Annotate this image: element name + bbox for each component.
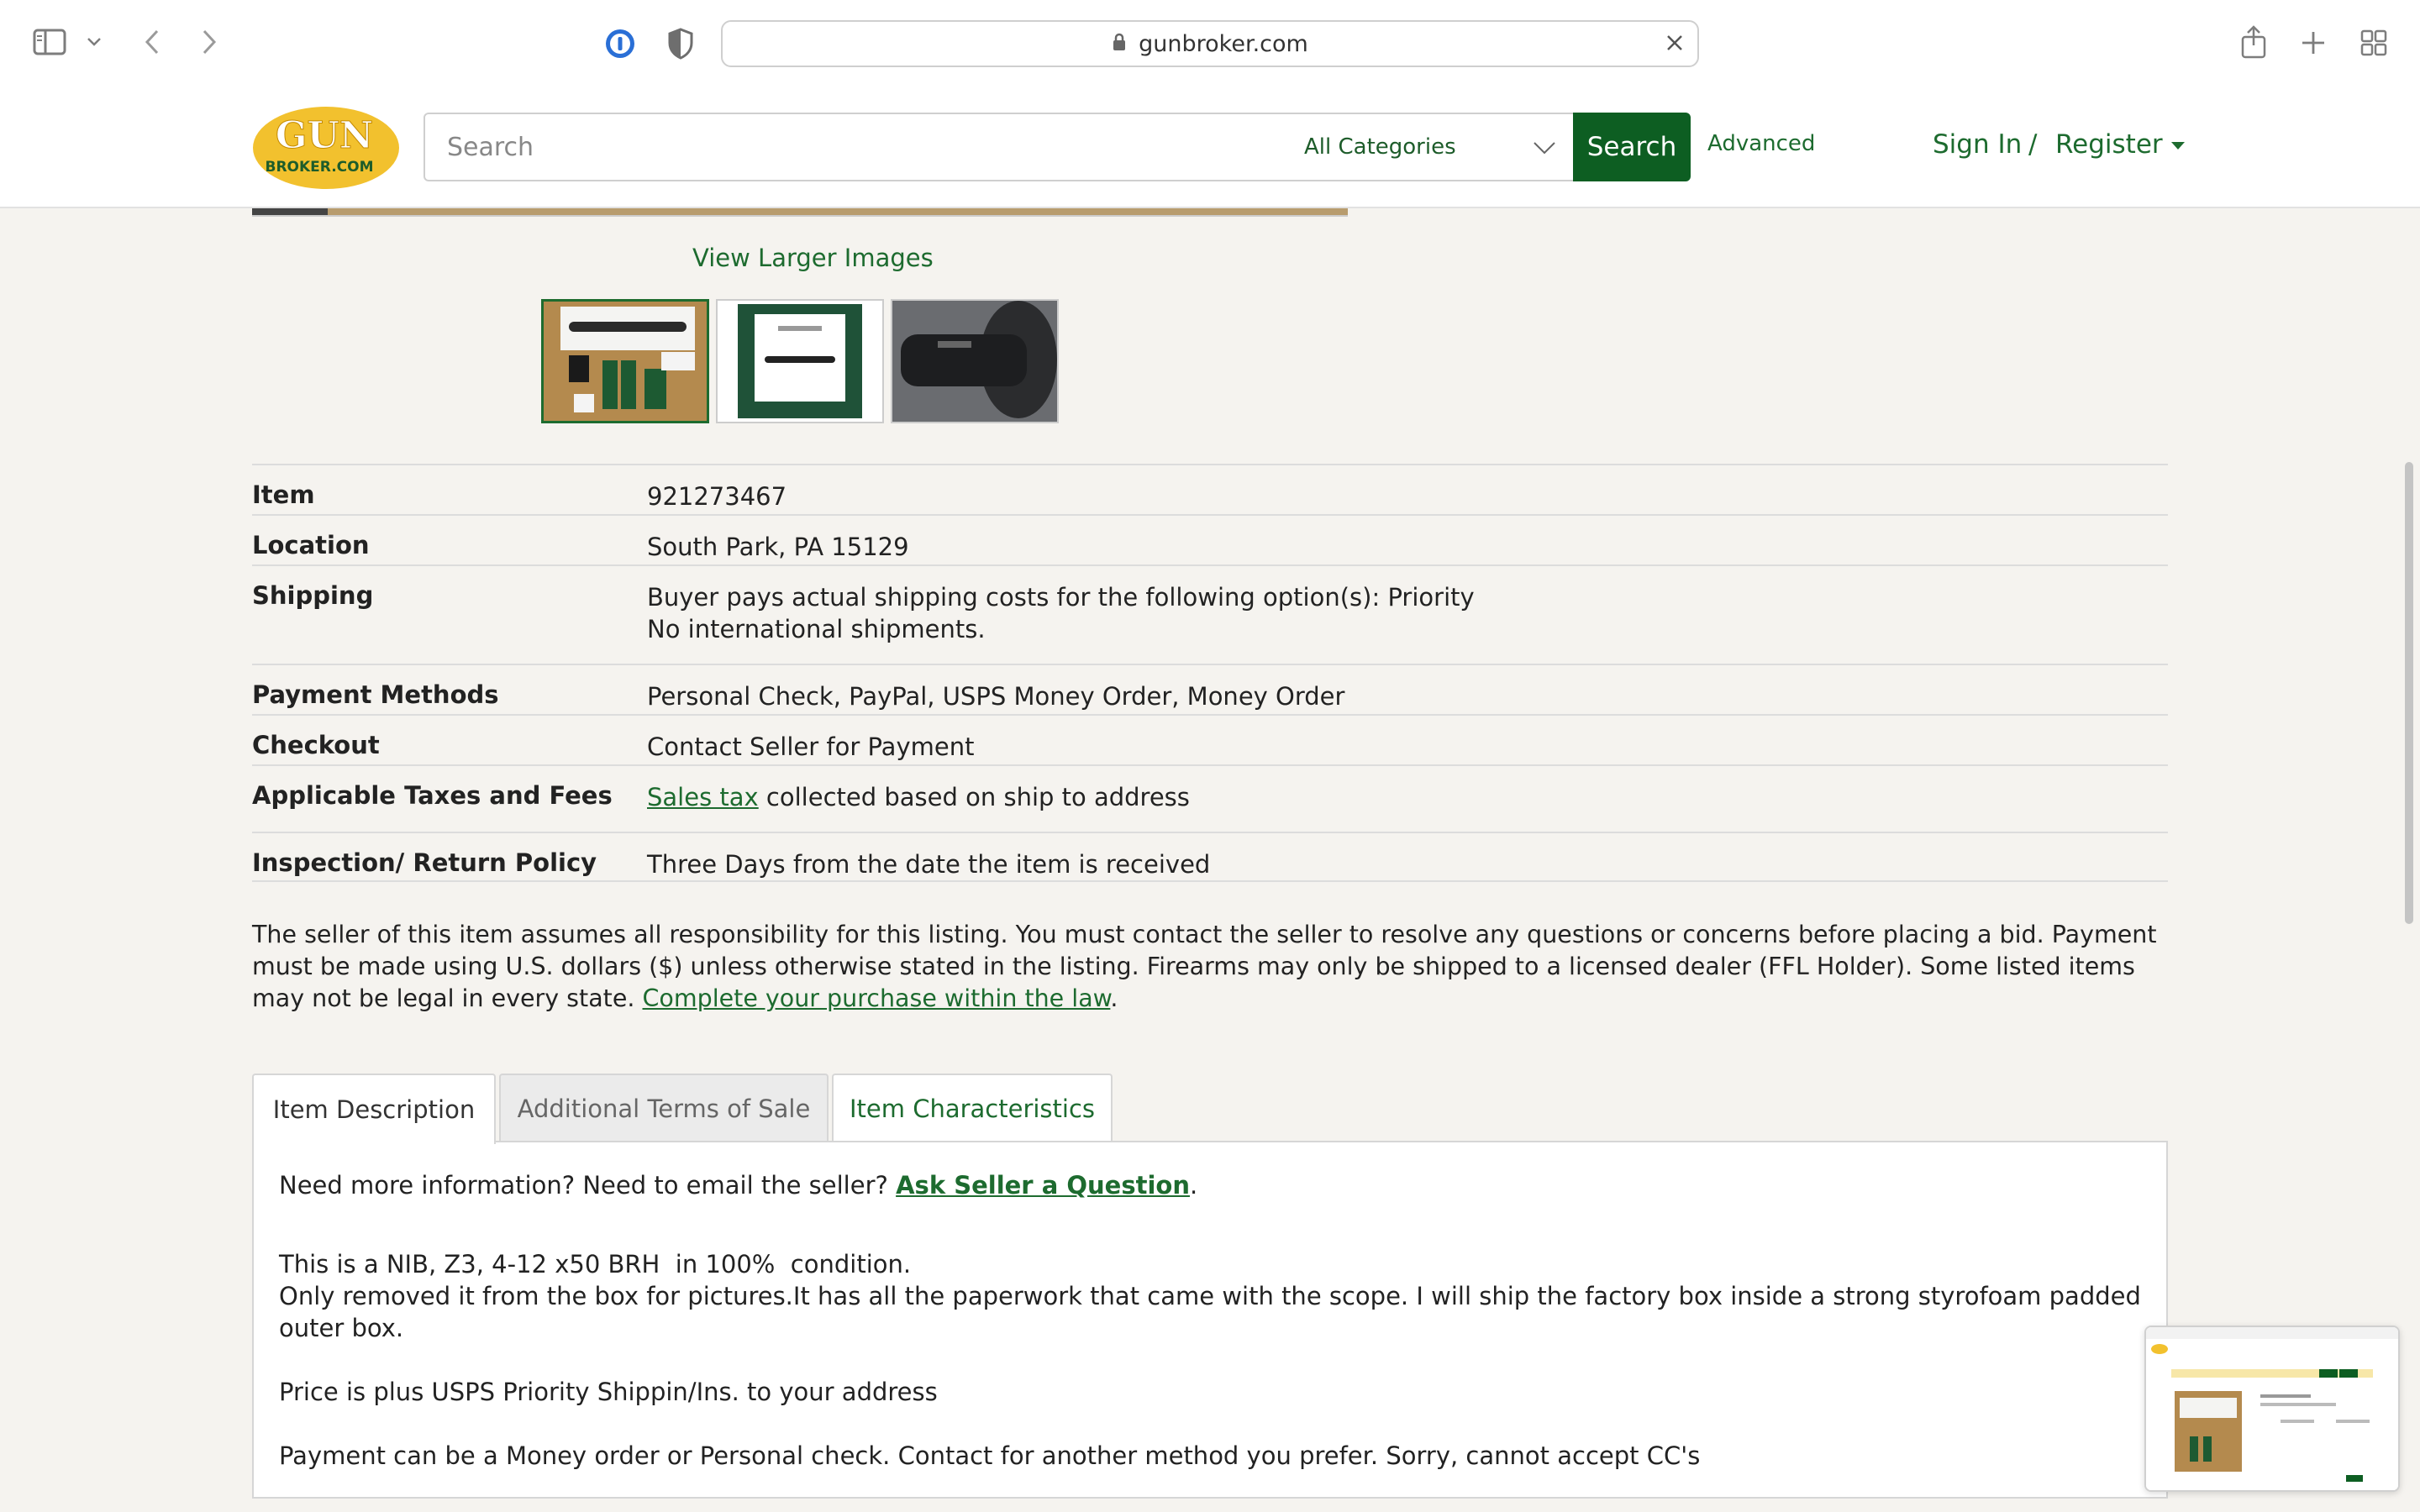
page-thumbnail-preview[interactable] xyxy=(2144,1326,2400,1492)
new-tab-icon[interactable] xyxy=(2297,27,2329,59)
detail-label: Location xyxy=(252,531,370,559)
site-header: GUN BROKER.COM Search All Categories Sea… xyxy=(0,87,2420,208)
detail-label: Item xyxy=(252,480,315,509)
ask-prompt: Need more information? Need to email the… xyxy=(279,1171,897,1200)
detail-row-return-policy: Inspection/ Return Policy Three Days fro… xyxy=(252,832,2168,882)
tab-item-characteristics[interactable]: Item Characteristics xyxy=(832,1074,1113,1142)
description-line-2: Only removed it from the box for picture… xyxy=(279,1282,2141,1342)
gunbroker-logo[interactable]: GUN BROKER.COM xyxy=(252,106,400,190)
detail-value: 921273467 xyxy=(647,482,787,511)
shield-icon[interactable] xyxy=(664,25,697,62)
category-select[interactable]: All Categories xyxy=(1287,113,1576,181)
thumbnail-2[interactable] xyxy=(716,299,884,423)
detail-value: Personal Check, PayPal, USPS Money Order… xyxy=(647,682,1345,711)
back-icon[interactable] xyxy=(139,25,165,59)
detail-label: Applicable Taxes and Fees xyxy=(252,781,613,810)
sales-tax-link[interactable]: Sales tax xyxy=(647,783,759,811)
sales-tax-text: collected based on ship to address xyxy=(758,783,1190,811)
chevron-down-icon[interactable] xyxy=(82,30,106,54)
seller-disclaimer: The seller of this item assumes all resp… xyxy=(252,919,2176,1015)
detail-value: South Park, PA 15129 xyxy=(647,533,909,561)
ask-seller-line: Need more information? Need to email the… xyxy=(279,1169,2141,1201)
detail-label: Payment Methods xyxy=(252,680,499,709)
ask-prompt-end: . xyxy=(1189,1171,1198,1200)
disclaimer-text: The seller of this item assumes all resp… xyxy=(252,921,2157,1012)
forward-icon[interactable] xyxy=(197,25,222,59)
view-larger-images-link[interactable]: View Larger Images xyxy=(692,244,934,272)
search-placeholder: Search xyxy=(447,132,534,162)
purchase-law-link[interactable]: Complete your purchase within the law xyxy=(643,984,1111,1012)
register-label: Register xyxy=(2055,129,2163,160)
description-line-4: Payment can be a Money order or Personal… xyxy=(279,1441,1701,1470)
detail-value: Contact Seller for Payment xyxy=(647,732,975,761)
detail-row-item: Item 921273467 xyxy=(252,464,2168,514)
thumbnail-3[interactable] xyxy=(891,299,1059,423)
description-line-3: Price is plus USPS Priority Shippin/Ins.… xyxy=(279,1378,938,1406)
tab-additional-terms[interactable]: Additional Terms of Sale xyxy=(499,1074,829,1142)
sign-in-link[interactable]: Sign In xyxy=(1933,129,2022,160)
disclaimer-end: . xyxy=(1110,984,1118,1012)
category-selected: All Categories xyxy=(1304,134,1456,160)
shipping-option: Buyer pays actual shipping costs for the… xyxy=(647,583,1475,612)
detail-value: Three Days from the date the item is rec… xyxy=(647,850,1211,879)
description-line-1: This is a NIB, Z3, 4-12 x50 BRH in 100% … xyxy=(279,1250,912,1278)
detail-label: Checkout xyxy=(252,731,380,759)
detail-row-checkout: Checkout Contact Seller for Payment xyxy=(252,714,2168,764)
detail-value: Buyer pays actual shipping costs for the… xyxy=(647,566,2168,664)
sidebar-toggle-icon[interactable] xyxy=(30,25,69,59)
logo-gun-text: GUN xyxy=(276,114,373,157)
page-scrollbar[interactable] xyxy=(2405,462,2413,924)
main-image-bottom xyxy=(252,208,1348,217)
detail-label: Inspection/ Return Policy xyxy=(252,848,597,877)
lock-icon xyxy=(1112,31,1127,57)
password-manager-icon[interactable] xyxy=(602,25,639,62)
detail-row-payment: Payment Methods Personal Check, PayPal, … xyxy=(252,664,2168,714)
separator: / xyxy=(2028,129,2038,160)
search-input[interactable]: Search xyxy=(424,113,1289,181)
advanced-search-link[interactable]: Advanced xyxy=(1707,131,1815,156)
chevron-down-icon xyxy=(1533,136,1556,161)
detail-row-shipping: Shipping Buyer pays actual shipping cost… xyxy=(252,564,2168,664)
register-link[interactable]: Register xyxy=(2055,129,2185,160)
detail-label: Shipping xyxy=(252,581,374,610)
browser-toolbar: gunbroker.com xyxy=(0,0,2420,87)
detail-row-location: Location South Park, PA 15129 xyxy=(252,514,2168,564)
detail-value: Sales tax collected based on ship to add… xyxy=(647,766,2168,832)
logo-broker-text: BROKER.COM xyxy=(266,159,374,176)
tab-overview-icon[interactable] xyxy=(2358,27,2390,59)
shipping-international: No international shipments. xyxy=(647,615,986,643)
item-description-panel: Need more information? Need to email the… xyxy=(252,1141,2168,1499)
ask-seller-link[interactable]: Ask Seller a Question xyxy=(896,1171,1190,1200)
item-details-table: Item 921273467 Location South Park, PA 1… xyxy=(252,464,2168,882)
share-icon[interactable] xyxy=(2238,24,2269,60)
caret-down-icon xyxy=(2170,142,2185,150)
thumbnail-1[interactable] xyxy=(541,299,709,423)
detail-row-taxes: Applicable Taxes and Fees Sales tax coll… xyxy=(252,764,2168,832)
address-bar[interactable]: gunbroker.com xyxy=(721,20,1699,67)
tab-item-description[interactable]: Item Description xyxy=(252,1074,496,1144)
clear-url-icon[interactable] xyxy=(1664,32,1686,60)
search-button[interactable]: Search xyxy=(1573,113,1691,181)
url-text: gunbroker.com xyxy=(1139,30,1308,57)
